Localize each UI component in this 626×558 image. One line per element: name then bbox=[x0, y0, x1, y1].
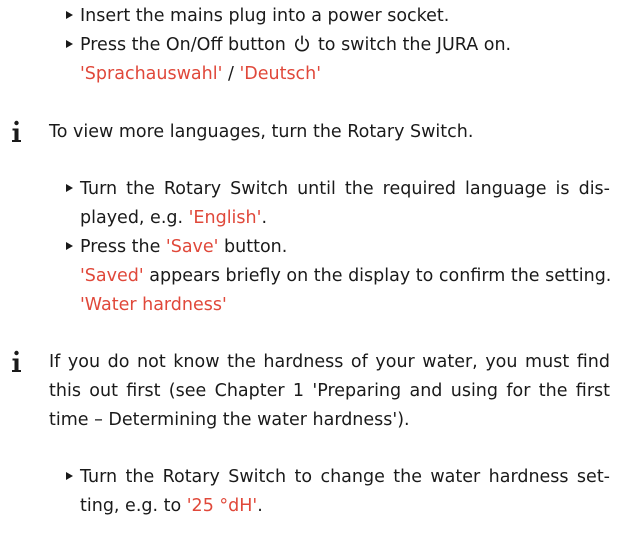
step-insert-plug: Insert the mains plug into a power socke… bbox=[66, 5, 449, 27]
step-text: appears briefly on the display to confir… bbox=[143, 266, 612, 286]
step-text: Turn the Rotary Switch to change the wat… bbox=[80, 467, 610, 487]
step-text: . bbox=[257, 496, 263, 516]
display-message: 'Save' bbox=[165, 237, 219, 257]
step-turn-rotary-cont: played, e.g. 'English'. bbox=[80, 207, 267, 229]
info-icon bbox=[12, 120, 21, 142]
display-message: 'Saved' bbox=[80, 266, 144, 286]
display-message: '25 °dH' bbox=[186, 496, 258, 516]
step-text: played, e.g. bbox=[80, 208, 189, 228]
step-text: ting, e.g. to bbox=[80, 496, 187, 516]
triangle-bullet-icon bbox=[66, 472, 73, 480]
info-hardness-line-3: time – Determining the water hardness'). bbox=[49, 410, 410, 430]
step-text: button. bbox=[218, 237, 288, 257]
info-icon bbox=[12, 350, 21, 372]
step-turn-rotary: Turn the Rotary Switch until the require… bbox=[66, 178, 610, 200]
step-press-save: Press the 'Save' button. bbox=[66, 236, 287, 258]
triangle-bullet-icon bbox=[66, 11, 73, 19]
display-water-hardness: 'Water hardness' bbox=[80, 294, 227, 316]
step-text: . bbox=[261, 208, 268, 228]
display-message: 'English' bbox=[188, 208, 262, 228]
step-turn-hardness: Turn the Rotary Switch to change the wat… bbox=[66, 466, 610, 488]
triangle-bullet-icon bbox=[66, 184, 73, 192]
step-text: Press the On/Off button bbox=[80, 35, 286, 55]
step-press-onoff: Press the On/Off button to switch the JU… bbox=[66, 34, 511, 56]
step-turn-hardness-cont: ting, e.g. to '25 °dH'. bbox=[80, 495, 263, 517]
step-text: Insert the mains plug into a power socke… bbox=[80, 6, 450, 26]
triangle-bullet-icon bbox=[66, 40, 73, 48]
power-icon bbox=[295, 35, 310, 52]
info-text: If you do not know the hardness of your … bbox=[49, 352, 610, 372]
separator: / bbox=[222, 64, 240, 84]
display-message: 'Water hardness' bbox=[80, 295, 227, 315]
display-language-messages: 'Sprachauswahl' / 'Deutsch' bbox=[80, 63, 321, 85]
triangle-bullet-icon bbox=[66, 242, 73, 250]
saved-confirmation: 'Saved' appears briefly on the display t… bbox=[80, 265, 611, 287]
info-languages: To view more languages, turn the Rotary … bbox=[49, 122, 474, 142]
info-hardness-line-2: this out first (see Chapter 1 'Preparing… bbox=[49, 380, 610, 402]
info-text: this out first (see Chapter 1 'Preparing… bbox=[49, 381, 610, 401]
display-message: 'Sprachauswahl' bbox=[80, 64, 223, 84]
info-hardness-line-1: If you do not know the hardness of your … bbox=[49, 351, 610, 373]
step-text: Turn the Rotary Switch until the require… bbox=[80, 179, 610, 199]
step-text: to switch the JURA on. bbox=[317, 35, 512, 55]
display-message: 'Deutsch' bbox=[239, 64, 322, 84]
step-text: Press the bbox=[80, 237, 166, 257]
